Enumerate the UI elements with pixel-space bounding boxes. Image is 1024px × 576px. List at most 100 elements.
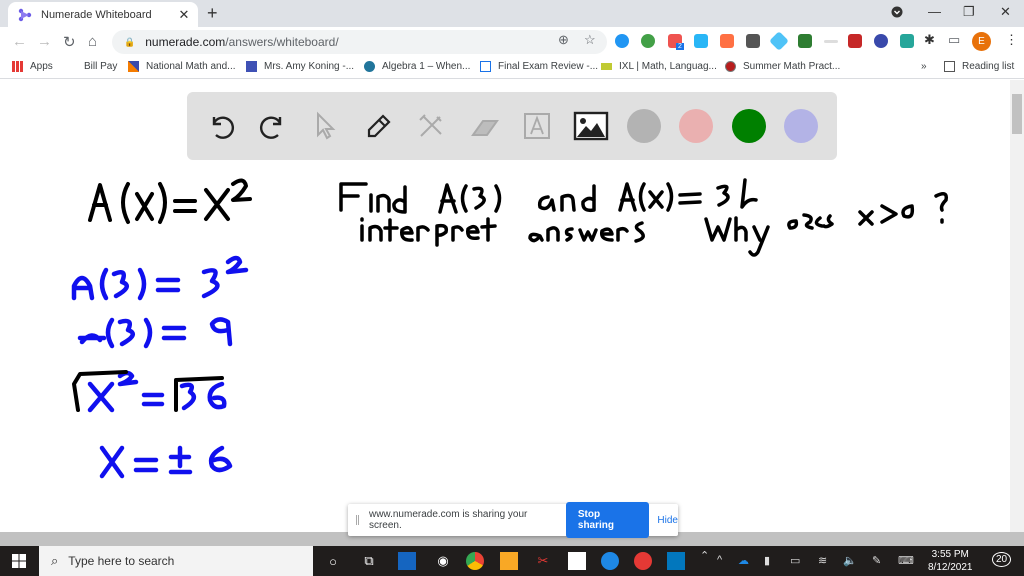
extension-diamond-icon[interactable] (769, 31, 789, 51)
profile-avatar[interactable]: E (972, 32, 991, 51)
tab-strip: Numerade Whiteboard ✕ + — ❐ ✕ (0, 0, 1024, 27)
extension-face-icon[interactable] (900, 34, 914, 48)
bookmark-final-exam[interactable]: Final Exam Review -... (480, 61, 598, 72)
cast-icon[interactable]: ▭ (948, 32, 960, 48)
pen-workspace-icon[interactable]: ✎ (872, 554, 881, 567)
text-tool-button[interactable] (519, 108, 555, 144)
zoom-icon[interactable]: ⊕ (558, 32, 569, 48)
hide-button[interactable]: Hide (657, 515, 678, 526)
handwriting-blue-work (71, 255, 249, 479)
screencast-icon[interactable] (634, 552, 652, 570)
microsoft-store-icon[interactable] (568, 552, 586, 570)
pen-tool-button[interactable] (361, 108, 397, 144)
tab-search-icon[interactable] (891, 6, 903, 21)
show-hidden-icons[interactable]: ^ (717, 554, 722, 566)
vertical-scroll-thumb[interactable] (1012, 94, 1022, 134)
extension-bookmark-icon[interactable] (720, 34, 734, 48)
extension-plus-icon[interactable] (641, 34, 655, 48)
reading-list-icon (944, 61, 955, 72)
color-swatch-green[interactable] (732, 109, 766, 143)
touch-keyboard-icon[interactable]: ⌨ (898, 554, 914, 567)
start-button[interactable] (0, 546, 38, 576)
battery-icon[interactable]: ▭ (790, 554, 800, 567)
cortana-icon[interactable]: ○ (324, 552, 342, 570)
image-tool-button[interactable] (573, 108, 609, 144)
color-swatch-gray[interactable] (627, 109, 661, 143)
menu-kebab-icon[interactable]: ⋮ (1005, 32, 1018, 48)
screen-share-bar: www.numerade.com is sharing your screen.… (348, 502, 678, 538)
extension-icon[interactable] (615, 34, 629, 48)
close-window-button[interactable]: ✕ (1000, 4, 1011, 20)
wifi-icon[interactable]: ≋ (818, 554, 827, 567)
file-explorer-icon[interactable] (500, 552, 518, 570)
outlook-icon[interactable] (667, 552, 685, 570)
url-text: numerade.com/answers/whiteboard/ (145, 35, 339, 49)
stop-sharing-button[interactable]: Stop sharing (565, 502, 650, 538)
task-view-icon[interactable]: ⧉ (360, 552, 378, 570)
reading-list-button[interactable]: Reading list (944, 61, 1014, 72)
eraser-button[interactable] (467, 108, 503, 144)
numerade-logo-icon (18, 8, 32, 21)
tab-numerade-whiteboard[interactable]: Numerade Whiteboard ✕ (8, 2, 198, 27)
tools-button[interactable] (413, 108, 449, 144)
extension-line-icon[interactable] (824, 40, 838, 43)
color-swatch-pink[interactable] (679, 109, 713, 143)
whiteboard-app-icon[interactable] (398, 552, 416, 570)
bookmark-ixl[interactable]: IXL | Math, Languag... (601, 61, 717, 72)
microphone-icon[interactable]: ▮ (764, 554, 770, 567)
notification-center-badge[interactable]: 20 (992, 552, 1012, 567)
redo-button[interactable] (255, 108, 291, 144)
clock-time: 3:55 PM (931, 549, 969, 560)
extension-cast-green-icon[interactable] (798, 34, 812, 48)
wrench-hammer-icon (419, 114, 442, 137)
bookmark-amy-koning[interactable]: Mrs. Amy Koning -... (246, 61, 354, 72)
select-tool-button[interactable] (307, 108, 343, 144)
back-button[interactable]: ← (12, 33, 27, 50)
k-extension-icon[interactable] (874, 34, 888, 48)
redo-icon (259, 116, 282, 139)
bookmark-summer-math[interactable]: Summer Math Pract... (725, 61, 840, 72)
apps-grid-icon (12, 61, 23, 72)
bookmark-star-icon[interactable]: ☆ (584, 32, 596, 48)
onedrive-icon[interactable]: ☁ (738, 554, 749, 567)
snipping-tool-icon[interactable]: ✂ (534, 552, 552, 570)
bookmark-apps[interactable]: Apps (12, 61, 53, 72)
vertical-scrollbar[interactable] (1010, 80, 1024, 532)
chrome-taskbar-icon[interactable] (466, 552, 484, 570)
taskbar-search-box[interactable]: ⌕ Type here to search (39, 546, 313, 576)
forward-button[interactable]: → (37, 33, 52, 50)
home-button[interactable]: ⌂ (88, 33, 97, 50)
volume-icon[interactable]: 🔈 (843, 554, 857, 567)
national-math-icon (128, 61, 139, 72)
eraser-icon (471, 120, 499, 136)
browser-toolbar: ← → ↻ ⌂ 🔒 numerade.com/answers/whiteboar… (0, 27, 1024, 57)
bookmarks-bar: Apps Bill Pay National Math and... Mrs. … (0, 57, 1024, 79)
extension-gray-icon[interactable] (746, 34, 760, 48)
extensions-puzzle-icon[interactable]: ✱ (924, 32, 935, 48)
reload-button[interactable]: ↻ (63, 33, 76, 51)
bookmarks-overflow-button[interactable]: » (921, 61, 927, 72)
tab-close-icon[interactable]: ✕ (176, 7, 192, 23)
clock-date: 8/12/2021 (928, 562, 973, 573)
new-tab-button[interactable]: + (207, 3, 218, 24)
wordpress-icon (364, 61, 375, 72)
bookmark-bill-pay[interactable]: Bill Pay (84, 61, 117, 72)
undo-icon (212, 116, 235, 139)
extension-cloud-icon[interactable] (694, 34, 708, 48)
address-bar[interactable]: 🔒 numerade.com/answers/whiteboard/ (112, 30, 607, 54)
edge-icon[interactable] (601, 552, 619, 570)
undo-button[interactable] (203, 108, 239, 144)
pdf-extension-icon[interactable] (848, 34, 862, 48)
drag-handle-icon[interactable] (356, 515, 359, 525)
restore-button[interactable]: ❐ (963, 4, 975, 20)
search-icon: ⌕ (51, 553, 59, 568)
minimize-button[interactable]: — (928, 4, 941, 19)
bookmark-national-math[interactable]: National Math and... (128, 61, 236, 72)
bookmark-algebra-1[interactable]: Algebra 1 – When... (364, 61, 470, 72)
media-app-icon[interactable]: ◉ (434, 552, 452, 570)
color-swatch-lavender[interactable] (784, 109, 818, 143)
image-icon (573, 111, 609, 141)
taskbar-scroll-icon[interactable]: ⌃ (700, 549, 709, 562)
taskbar-clock[interactable]: 3:55 PM 8/12/2021 (928, 548, 973, 574)
windows-taskbar: ⌕ Type here to search ○ ⧉ ◉ ✂ ⌃ ^ ☁ ▮ ▭ … (0, 546, 1024, 576)
